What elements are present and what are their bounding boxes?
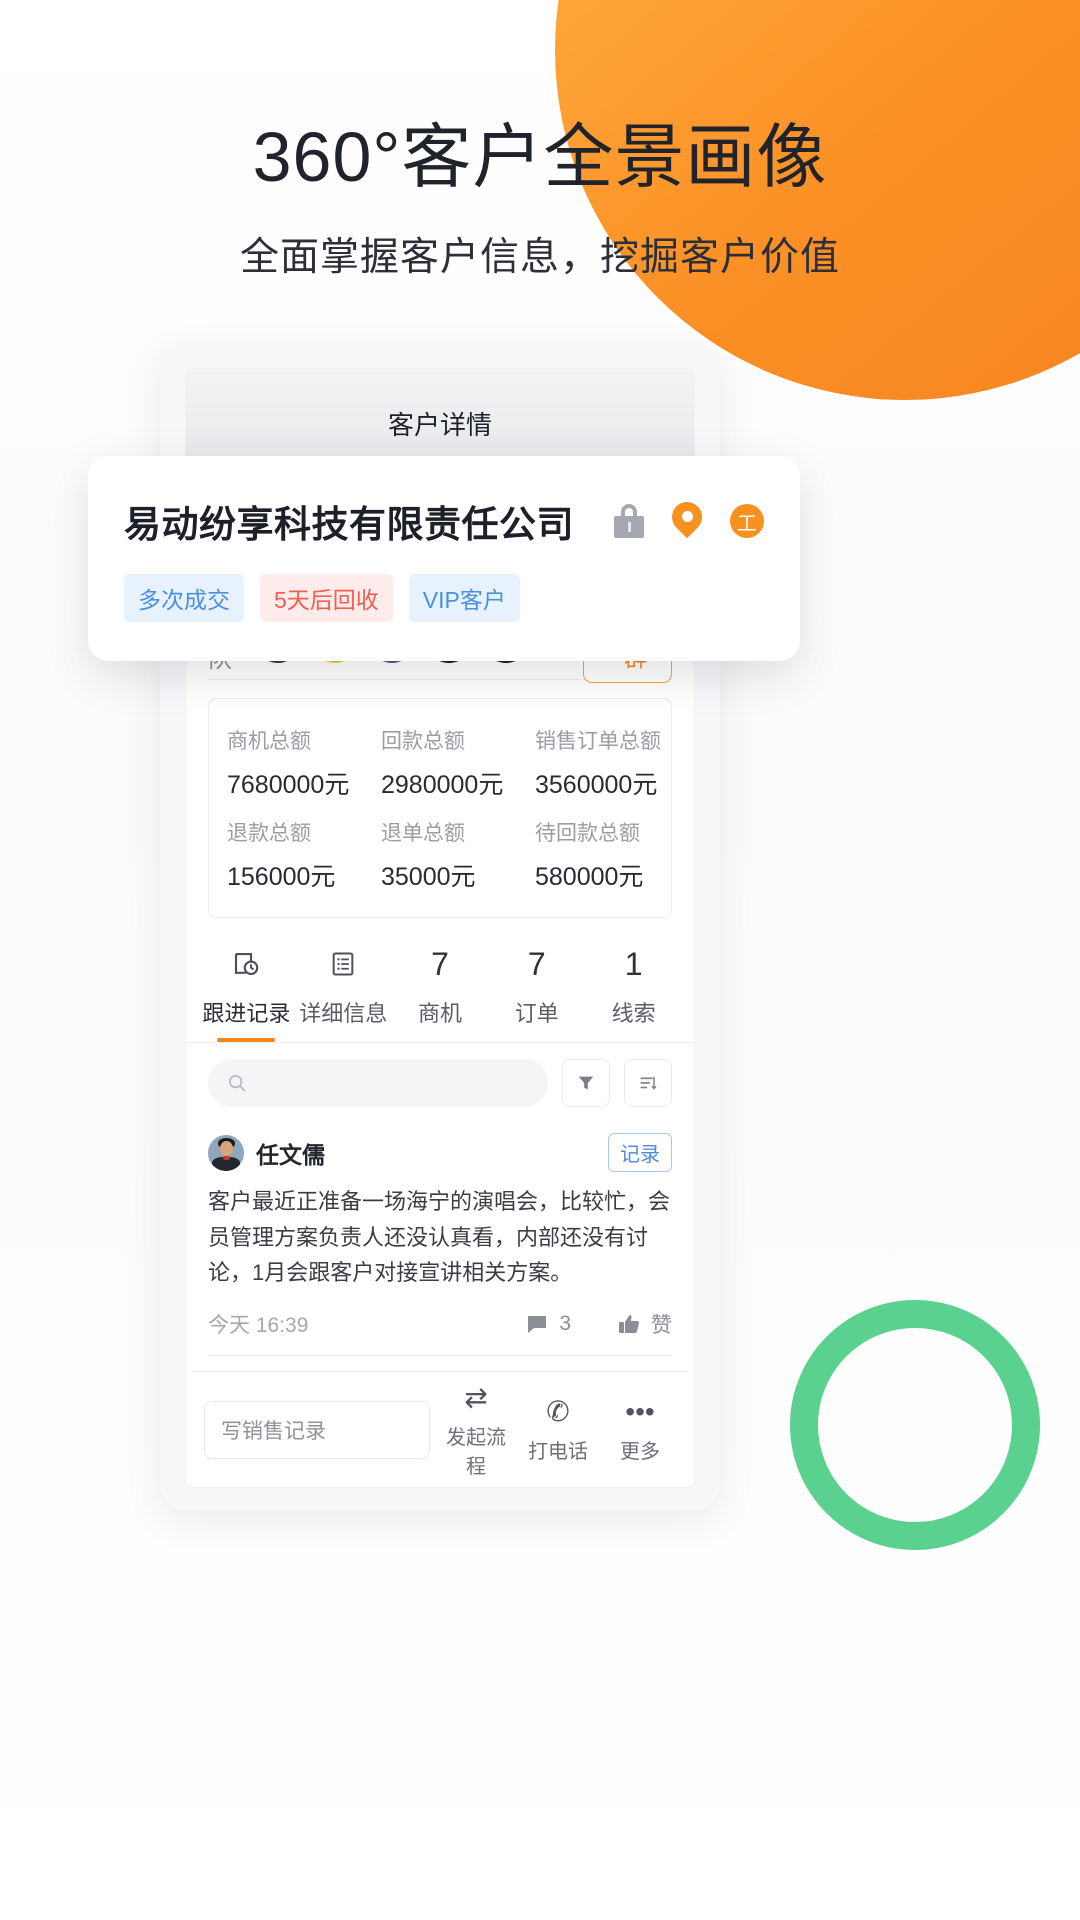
more-label: 更多 <box>620 1441 660 1463</box>
feed-item-footer: 今天 16:39 3 赞 <box>208 1309 672 1355</box>
hero-heading-block: 360°客户全景画像 全面掌握客户信息，挖掘客户价值 <box>0 118 1080 282</box>
stat-value: 3560000元 <box>535 771 658 799</box>
stat-label: 商机总额 <box>227 730 311 753</box>
stat-sales-order-total: 销售订单总额 3560000元 <box>517 717 671 809</box>
stats-row-1: 商机总额 7680000元 回款总额 2980000元 销售订单总额 35600… <box>209 717 671 809</box>
company-tag[interactable]: 5天后回收 <box>260 574 393 622</box>
company-summary-card: 易动纷享科技有限责任公司 工 多次成交 5天后回收 VIP客户 <box>88 456 800 661</box>
feed-type-badge[interactable]: 记录 <box>608 1133 672 1172</box>
sort-list-icon <box>640 1076 657 1090</box>
avatar[interactable] <box>208 1134 244 1171</box>
filter-button[interactable] <box>562 1059 610 1107</box>
tab-leads[interactable]: 1 线索 <box>585 942 682 1042</box>
tab-count: 7 <box>431 945 449 982</box>
bottom-action-bar: 写销售记录 ⇄ 发起流程 ✆ 打电话 ••• 更多 <box>186 1371 694 1487</box>
stat-pending-payment-total: 待回款总额 580000元 <box>517 809 671 901</box>
stat-returned-order-total: 退单总额 35000元 <box>363 809 517 901</box>
tab-count: 1 <box>624 945 643 982</box>
tab-icon-slot <box>198 942 295 986</box>
company-tags-row: 多次成交 5天后回收 VIP客户 <box>124 574 764 622</box>
tab-follow-records[interactable]: 跟进记录 <box>198 942 295 1042</box>
tab-label: 线索 <box>611 1001 656 1026</box>
stat-refund-total: 退款总额 156000元 <box>209 809 363 901</box>
stat-opportunity-total: 商机总额 7680000元 <box>209 717 363 809</box>
stat-label: 退单总额 <box>381 822 465 845</box>
feed-author: 任文儒 <box>256 1141 325 1168</box>
industry-badge-icon[interactable]: 工 <box>730 504 764 538</box>
phone-icon: ✆ <box>546 1396 570 1427</box>
search-input[interactable] <box>208 1059 548 1107</box>
history-clock-icon <box>235 952 259 976</box>
company-icon-group: 工 <box>614 495 764 540</box>
start-workflow-button[interactable]: ⇄ 发起流程 <box>440 1381 512 1479</box>
page-subtitle: 全面掌握客户信息，挖掘客户价值 <box>239 235 840 279</box>
location-pin-icon[interactable] <box>665 495 709 540</box>
tab-label: 商机 <box>417 1001 462 1026</box>
tab-orders[interactable]: 7 订单 <box>488 942 585 1042</box>
list-document-icon <box>332 952 354 976</box>
feed-item[interactable]: 任文儒 记录 客户最近正准备一场海宁的演唱会，比较忙，会员管理方案负责人还没认真… <box>208 1123 672 1356</box>
tab-number-slot: 7 <box>488 942 585 986</box>
thumbs-up-icon <box>619 1314 639 1333</box>
stat-payment-total: 回款总额 2980000元 <box>363 717 517 809</box>
tab-count: 7 <box>527 945 546 982</box>
stats-box: 商机总额 7680000元 回款总额 2980000元 销售订单总额 35600… <box>208 698 672 918</box>
company-tag[interactable]: 多次成交 <box>124 574 244 622</box>
feed-toolbar <box>186 1043 694 1117</box>
stat-label: 销售订单总额 <box>535 730 661 753</box>
tab-opportunities[interactable]: 7 商机 <box>392 942 489 1042</box>
feed-timestamp: 今天 16:39 <box>208 1313 309 1337</box>
stat-label: 回款总额 <box>381 730 465 753</box>
stat-value: 2980000元 <box>381 771 504 799</box>
sort-button[interactable] <box>624 1059 672 1107</box>
comment-count: 3 <box>559 1311 571 1335</box>
call-label: 打电话 <box>528 1441 588 1463</box>
page-title: 360°客户全景画像 <box>252 118 828 196</box>
company-name-row: 易动纷享科技有限责任公司 工 <box>124 494 764 548</box>
stat-label: 退款总额 <box>227 822 311 845</box>
stat-value: 580000元 <box>535 863 644 891</box>
stat-value: 35000元 <box>381 863 476 891</box>
feed-actions: 3 赞 <box>525 1309 672 1339</box>
write-record-input[interactable]: 写销售记录 <box>204 1400 430 1459</box>
company-name: 易动纷享科技有限责任公司 <box>124 504 574 545</box>
flow-arrows-icon: ⇄ <box>464 1381 488 1413</box>
tab-icon-slot <box>295 942 392 986</box>
decorative-green-ring <box>790 1300 1040 1550</box>
tab-number-slot: 1 <box>585 942 682 986</box>
tab-active-indicator <box>217 1038 276 1042</box>
feed-body-text: 客户最近正准备一场海宁的演唱会，比较忙，会员管理方案负责人还没认真看，内部还没有… <box>208 1189 671 1286</box>
tab-label: 详细信息 <box>299 1001 388 1026</box>
start-workflow-label: 发起流程 <box>446 1426 506 1478</box>
like-action[interactable]: 赞 <box>617 1309 672 1339</box>
like-label: 赞 <box>651 1313 672 1337</box>
feed-item-header: 任文儒 记录 <box>208 1133 672 1172</box>
more-dots-icon: ••• <box>625 1396 655 1427</box>
comment-action[interactable]: 3 <box>525 1312 571 1336</box>
phone-nav-title: 客户详情 <box>387 409 492 440</box>
stats-row-2: 退款总额 156000元 退单总额 35000元 待回款总额 580000元 <box>209 809 671 901</box>
company-tag[interactable]: VIP客户 <box>408 574 520 622</box>
stat-value: 7680000元 <box>227 771 350 799</box>
lock-icon[interactable] <box>614 504 644 538</box>
tab-detail-info[interactable]: 详细信息 <box>295 942 392 1042</box>
comment-icon <box>528 1315 547 1333</box>
more-button[interactable]: ••• 更多 <box>604 1395 676 1464</box>
funnel-filter-icon <box>578 1076 594 1090</box>
tab-bar: 跟进记录 详细信息 7 商机 7 订单 1 线索 <box>198 942 682 1042</box>
write-record-placeholder: 写销售记录 <box>221 1419 326 1443</box>
stat-label: 待回款总额 <box>535 822 640 845</box>
stat-value: 156000元 <box>227 863 336 891</box>
tab-number-slot: 7 <box>392 942 489 986</box>
call-button[interactable]: ✆ 打电话 <box>522 1395 594 1464</box>
search-icon <box>228 1074 246 1092</box>
tab-label: 跟进记录 <box>202 1001 291 1026</box>
tab-label: 订单 <box>514 1001 559 1026</box>
